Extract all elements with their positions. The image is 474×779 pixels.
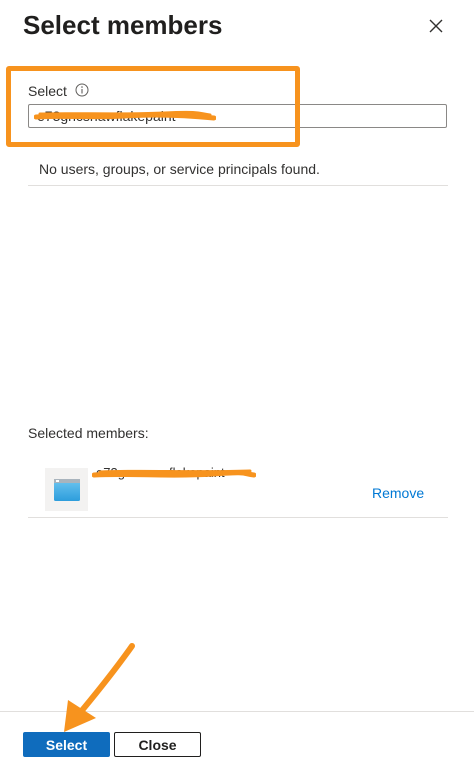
no-results-message: No users, groups, or service principals … — [39, 161, 320, 177]
select-button[interactable]: Select — [23, 732, 110, 757]
footer-divider — [0, 711, 474, 712]
panel-title: Select members — [23, 10, 223, 40]
annotation-arrow — [64, 643, 135, 732]
close-icon — [429, 19, 443, 33]
remove-member-link[interactable]: Remove — [372, 484, 424, 502]
member-avatar — [45, 468, 88, 511]
member-name: e73gncsnawflakepaint — [96, 465, 225, 480]
close-button[interactable]: Close — [114, 732, 201, 757]
app-window-icon — [53, 478, 80, 501]
selected-members-label: Selected members: — [28, 425, 149, 441]
member-search-input[interactable] — [28, 104, 447, 128]
select-members-panel: Select members Select No users, groups, … — [0, 0, 474, 779]
select-field-label: Select — [28, 83, 67, 99]
close-panel-button[interactable] — [420, 10, 452, 42]
info-icon[interactable] — [75, 83, 89, 97]
divider — [28, 185, 448, 186]
divider — [28, 517, 448, 518]
